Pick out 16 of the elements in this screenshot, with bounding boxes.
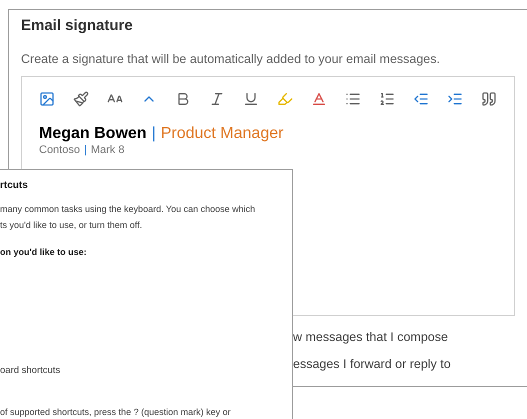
separator: | <box>84 144 87 156</box>
panel-title: Email signature <box>21 16 134 36</box>
hint-text: of supported shortcuts, press the ? (question mark) key or <box>0 406 232 419</box>
option-label: w messages that I compose <box>293 329 449 346</box>
panel-title: rtcuts <box>0 179 29 193</box>
signature-text: Mark 8 <box>90 144 124 156</box>
option-label: oard shortcuts <box>0 364 62 378</box>
signature-text: Product Manager <box>160 125 284 144</box>
description: Create a signature that will be automatically added to your email messages. <box>21 50 441 68</box>
intro-text: many common tasks using the keyboard. You can choose which <box>0 203 256 216</box>
signature-text: Contoso <box>39 144 80 156</box>
signature-text: Megan Bowen <box>39 125 147 144</box>
prompt-text: on you'd like to use: <box>0 246 88 259</box>
separator: | <box>152 125 156 144</box>
intro-text: ts you'd like to use, or turn them off. <box>0 218 144 232</box>
option-label: essages I forward or reply to <box>293 356 452 373</box>
